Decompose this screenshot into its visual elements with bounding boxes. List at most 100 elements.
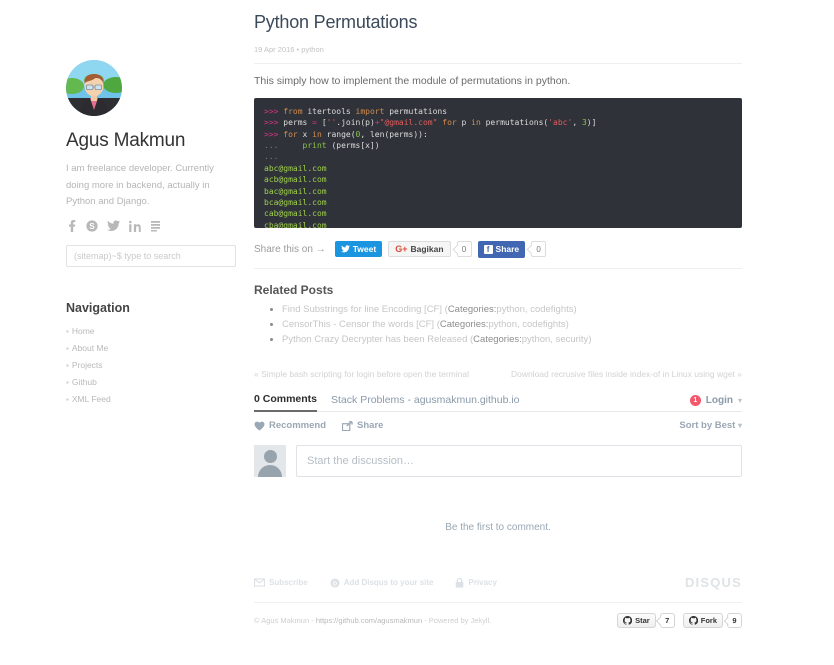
facebook-icon[interactable]	[66, 219, 77, 232]
code-token: in	[471, 118, 481, 128]
heart-icon	[254, 421, 265, 431]
code-token: (perms[x])	[326, 141, 380, 151]
related-posts-title: Related Posts	[254, 283, 334, 297]
category-values[interactable]: python, codefights	[496, 304, 573, 315]
category-values[interactable]: python, codefights	[488, 319, 565, 330]
nav-label: Github	[71, 377, 97, 388]
code-token: , len(perms)):	[360, 129, 428, 139]
sidebar: Agus Makmun I am freelance developer. Cu…	[0, 0, 254, 665]
share-icon	[342, 420, 353, 431]
github-icon	[623, 616, 633, 625]
previous-post-link[interactable]: « Simple bash scripting for login before…	[254, 369, 469, 379]
code-token: )]	[586, 118, 597, 128]
disqus-header: 0 Comments Stack Problems - agusmakmun.g…	[254, 393, 742, 412]
related-post-link[interactable]: Python Crazy Decrypter has been Released	[282, 334, 467, 345]
lock-icon	[456, 577, 464, 588]
privacy-button[interactable]: Privacy	[455, 577, 497, 588]
linkedin-icon[interactable]	[129, 220, 141, 232]
login-button[interactable]: Login	[706, 395, 733, 406]
code-token: import	[355, 107, 385, 116]
list-item: Find Substrings for line Encoding [CF] (…	[282, 302, 742, 317]
subscribe-button[interactable]: Subscribe	[254, 578, 308, 587]
facebook-count: 0	[531, 241, 547, 257]
bullet-icon: ▪	[66, 327, 69, 337]
code-token: ...	[264, 141, 284, 151]
disqus-actions: Recommend Share Sort by Best ▾	[254, 412, 742, 431]
site-footer: © Agus Makmun - https://github.com/agusm…	[254, 602, 742, 628]
google-plus-share-button[interactable]: G+ Bagikan	[388, 241, 451, 257]
github-star-group: Star 7	[617, 613, 675, 628]
tweet-label: Tweet	[352, 244, 377, 254]
code-token: for	[437, 118, 457, 128]
page-root: Agus Makmun I am freelance developer. Cu…	[0, 0, 834, 665]
next-post-link[interactable]: Download recrusive files inside index-of…	[511, 369, 742, 379]
tweet-button[interactable]: Tweet	[334, 241, 383, 257]
twitter-icon	[340, 245, 350, 253]
main-content: Python Permutations 19 Apr 2016 • python…	[254, 0, 834, 665]
code-token: permutations	[384, 107, 448, 116]
skype-icon[interactable]: S	[86, 220, 98, 232]
sidebar-item-projects[interactable]: ▪ Projects	[66, 357, 236, 374]
related-post-link[interactable]: CensorThis - Censor the words [CF]	[282, 319, 434, 330]
chevron-down-icon: ▾	[737, 421, 742, 430]
sidebar-item-about-me[interactable]: ▪ About Me	[66, 340, 236, 357]
search-input[interactable]	[66, 244, 236, 267]
paren-close: )	[588, 334, 592, 345]
feed-icon[interactable]	[150, 220, 161, 232]
sort-dropdown[interactable]: Sort by Best ▾	[679, 420, 742, 431]
recommend-button[interactable]: Recommend	[254, 420, 326, 431]
add-disqus-button[interactable]: D Add Disqus to your site	[330, 578, 433, 588]
social-links: S	[66, 219, 236, 232]
github-buttons: Star 7 Fork 9	[617, 613, 742, 628]
avatar	[66, 60, 122, 116]
code-output: acb@gmail.com	[264, 175, 327, 185]
list-item: Python Crazy Decrypter has been Released…	[282, 332, 742, 347]
bullet-icon: ▪	[66, 378, 69, 388]
divider	[254, 63, 742, 64]
code-token: itertools	[302, 107, 356, 116]
code-block: >>> from itertools import permutations >…	[254, 98, 742, 228]
post-pagination: « Simple bash scripting for login before…	[254, 369, 742, 379]
related-post-link[interactable]: Find Substrings for line Encoding [CF]	[282, 304, 442, 315]
post-category[interactable]: python	[301, 45, 324, 54]
code-token: >>>	[264, 129, 284, 139]
bullet-icon: ▪	[66, 344, 69, 354]
category-values[interactable]: python, security	[522, 334, 589, 345]
facebook-label: Share	[495, 244, 520, 254]
star-button[interactable]: Star	[617, 613, 656, 628]
github-profile-link[interactable]: https://github.com/agusmakmun	[316, 616, 422, 625]
code-token: ,	[572, 118, 582, 128]
list-item: CensorThis - Censor the words [CF] (Cate…	[282, 317, 742, 332]
navigation-list: ▪ Home ▪ About Me ▪ Projects ▪ Github ▪ XML F…	[66, 323, 236, 408]
disqus-site-name[interactable]: Stack Problems - agusmakmun.github.io	[331, 394, 520, 406]
post-meta: 19 Apr 2016 • python	[254, 45, 742, 54]
category-label: Categories:	[447, 304, 497, 315]
nav-label: About Me	[71, 343, 109, 354]
subscribe-label: Subscribe	[269, 578, 308, 587]
paren-close: )	[573, 304, 577, 315]
code-token: for	[283, 129, 298, 139]
sidebar-item-xml-feed[interactable]: ▪ XML Feed	[66, 391, 236, 408]
code-output: abc@gmail.com	[264, 163, 327, 173]
code-output: bca@gmail.com	[264, 197, 327, 207]
disqus-share-button[interactable]: Share	[342, 420, 383, 431]
author-bio: I am freelance developer. Currently doin…	[66, 163, 214, 208]
copyright: © Agus Makmun - https://github.com/agusm…	[254, 616, 491, 625]
svg-text:S: S	[89, 222, 95, 231]
fork-label: Fork	[700, 616, 717, 625]
comment-input[interactable]	[296, 445, 742, 477]
chevron-down-icon[interactable]: ▾	[738, 396, 742, 405]
code-token: range(	[321, 129, 356, 139]
disqus-widget: 0 Comments Stack Problems - agusmakmun.g…	[254, 393, 742, 590]
fork-button[interactable]: Fork	[682, 613, 723, 628]
sidebar-item-home[interactable]: ▪ Home	[66, 323, 236, 340]
post-intro: This simply how to implement the module …	[254, 75, 571, 87]
share-label: Share	[357, 420, 384, 431]
code-token: 'abc'	[548, 118, 573, 128]
facebook-share-button[interactable]: f Share	[477, 240, 526, 258]
comment-count: 0 Comments	[254, 393, 318, 412]
sidebar-item-github[interactable]: ▪ Github	[66, 374, 236, 391]
twitter-icon[interactable]	[107, 220, 120, 232]
bullet-icon: ▪	[66, 361, 69, 371]
disqus-logo[interactable]: DISQUS	[685, 575, 742, 590]
